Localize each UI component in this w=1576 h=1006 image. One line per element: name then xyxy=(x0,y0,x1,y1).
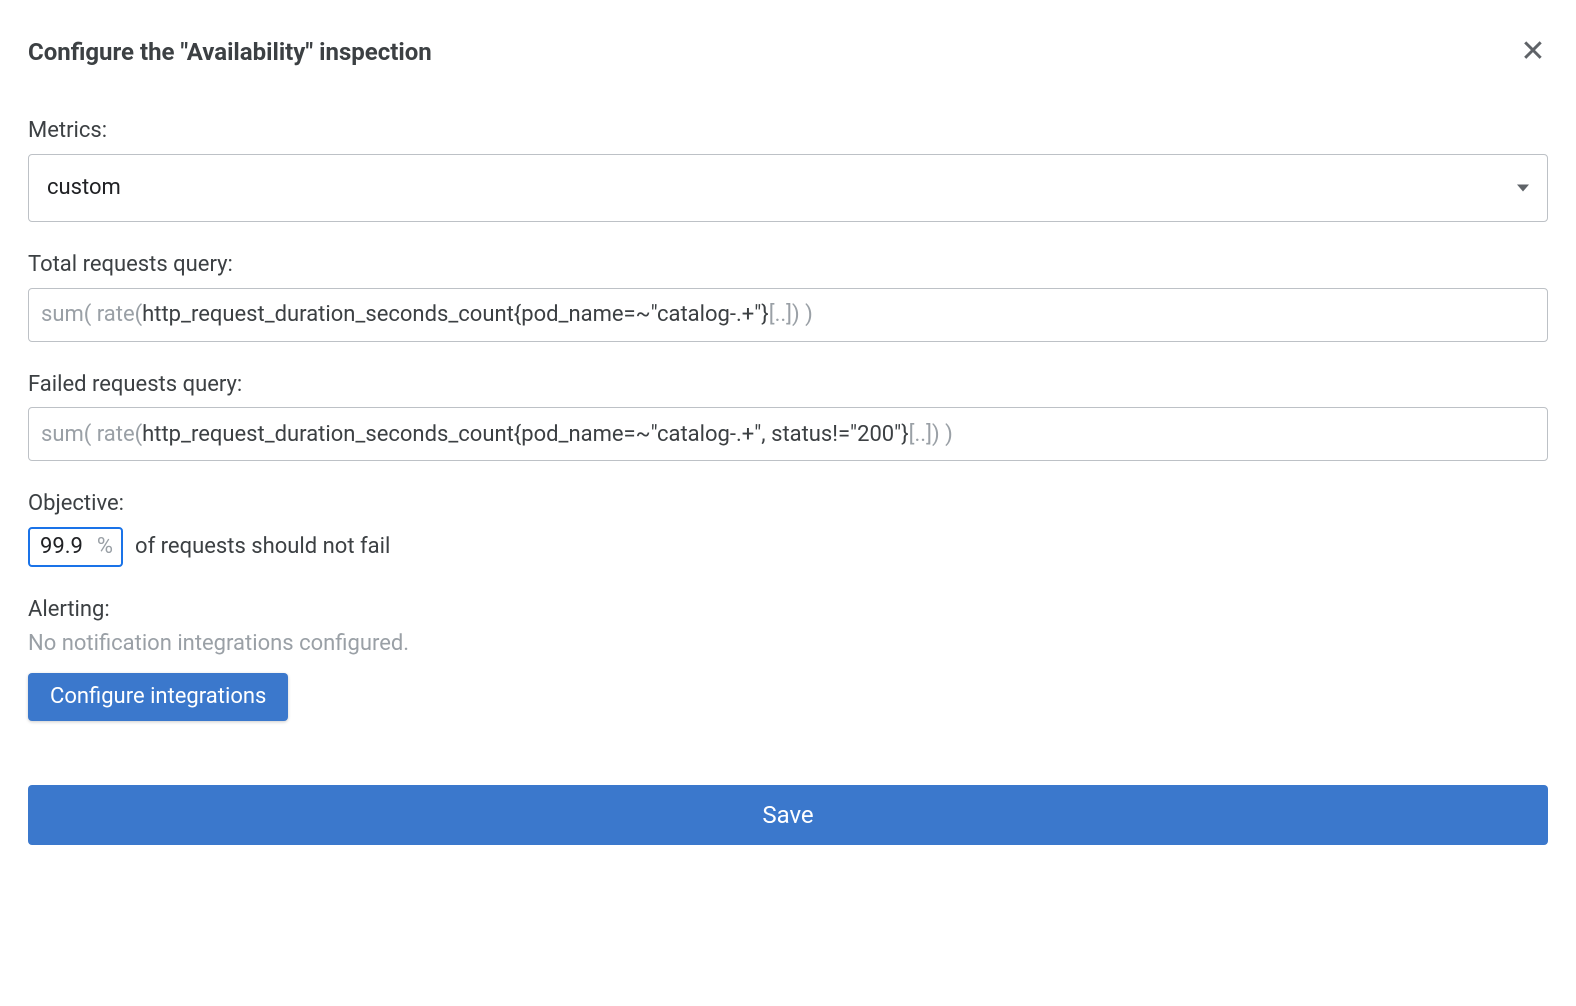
objective-unit: % xyxy=(97,532,113,562)
objective-value: 99.9 xyxy=(40,532,83,562)
alerting-status-text: No notification integrations configured. xyxy=(28,629,1548,659)
failed-requests-label: Failed requests query: xyxy=(28,370,1548,400)
alerting-label: Alerting: xyxy=(28,595,1548,625)
close-icon: ✕ xyxy=(1520,37,1545,67)
objective-label: Objective: xyxy=(28,489,1548,519)
total-requests-label: Total requests query: xyxy=(28,250,1548,280)
query-text-dim: [..] xyxy=(909,420,932,450)
chevron-down-icon xyxy=(1517,185,1529,192)
page-title: Configure the "Availability" inspection xyxy=(28,36,432,68)
metrics-select[interactable]: custom xyxy=(28,154,1548,222)
query-text-body: http_request_duration_seconds_count{pod_… xyxy=(142,300,769,330)
query-text-dim: sum( rate( xyxy=(41,420,142,450)
close-button[interactable]: ✕ xyxy=(1518,37,1548,67)
configure-integrations-button[interactable]: Configure integrations xyxy=(28,673,288,721)
query-text-dim: [..] xyxy=(769,300,792,330)
query-text-dim: sum( rate( xyxy=(41,300,142,330)
objective-input[interactable]: 99.9 % xyxy=(28,527,123,567)
metrics-label: Metrics: xyxy=(28,116,1548,146)
query-text-body: http_request_duration_seconds_count{pod_… xyxy=(142,420,909,450)
objective-suffix-text: of requests should not fail xyxy=(135,532,390,562)
query-text-dim: ) ) xyxy=(792,300,813,330)
query-text-dim: ) ) xyxy=(932,420,953,450)
metrics-select-value: custom xyxy=(47,173,121,203)
failed-requests-input[interactable]: sum( rate( http_request_duration_seconds… xyxy=(28,407,1548,461)
total-requests-input[interactable]: sum( rate( http_request_duration_seconds… xyxy=(28,288,1548,342)
save-button[interactable]: Save xyxy=(28,785,1548,845)
